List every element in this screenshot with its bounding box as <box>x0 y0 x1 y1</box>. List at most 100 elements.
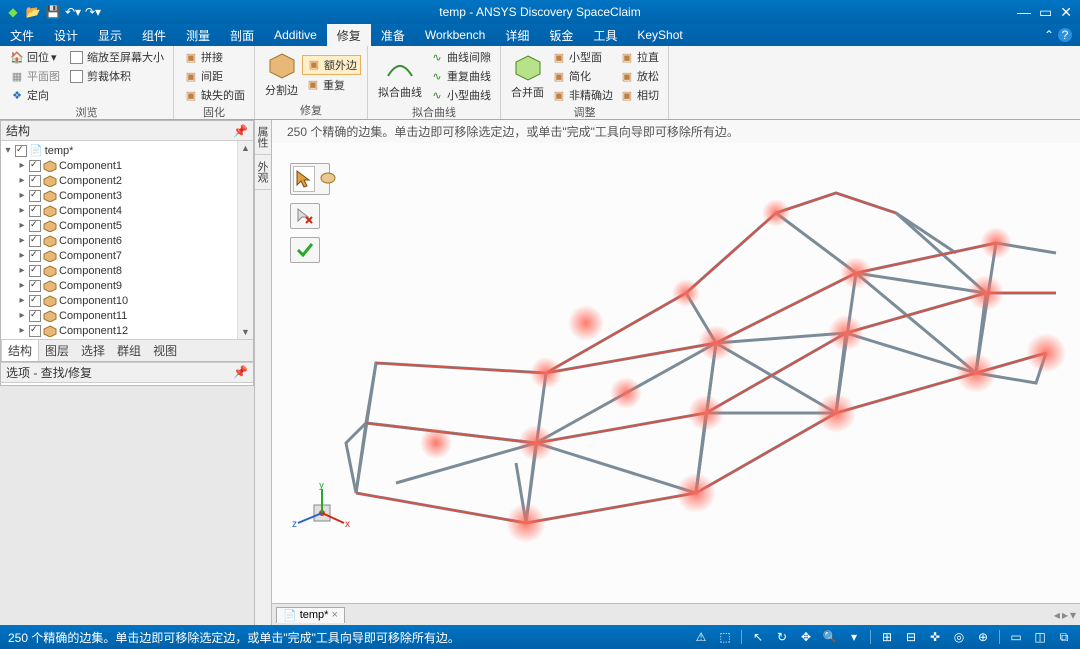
stitch-button[interactable]: ▣拼接 <box>180 48 248 66</box>
structure-tree[interactable]: ▾ 📄 temp* ▸ Component1▸ Component2▸ Comp… <box>1 141 253 339</box>
plan-view-button[interactable]: ▦平面图 <box>6 67 63 85</box>
merge-faces-button[interactable]: 合并面 <box>507 48 548 104</box>
checkbox-icon[interactable] <box>70 70 83 83</box>
inexact-edge-button[interactable]: ▣非精确边 <box>548 86 616 104</box>
dropdown-icon[interactable]: ▾ <box>846 629 862 645</box>
menu-repair[interactable]: 修复 <box>327 24 371 46</box>
checkbox-icon[interactable] <box>29 295 41 307</box>
checkbox-icon[interactable] <box>29 190 41 202</box>
straighten-button[interactable]: ▣拉直 <box>616 48 662 66</box>
tab-appearance[interactable]: 外观 <box>255 155 271 190</box>
app-icon[interactable]: ◆ <box>4 3 22 21</box>
tab-structure[interactable]: 结构 <box>1 340 39 361</box>
checkbox-icon[interactable] <box>70 51 83 64</box>
fit-button[interactable]: 缩放至屏幕大小 <box>67 48 167 66</box>
menu-additive[interactable]: Additive <box>264 24 327 46</box>
expand-icon[interactable]: ▸ <box>17 191 27 201</box>
expand-icon[interactable]: ▸ <box>17 176 27 186</box>
tree-component-row[interactable]: ▸ Component9 <box>3 278 251 293</box>
gap-button[interactable]: ▣间距 <box>180 67 248 85</box>
missing-face-button[interactable]: ▣缺失的面 <box>180 86 248 104</box>
fit-curve-button[interactable]: 拟合曲线 <box>374 48 426 104</box>
menu-assembly[interactable]: 组件 <box>132 24 176 46</box>
menu-design[interactable]: 设计 <box>44 24 88 46</box>
snap4-icon[interactable]: ◎ <box>951 629 967 645</box>
checkbox-icon[interactable] <box>29 160 41 172</box>
complete-tool[interactable] <box>290 237 320 263</box>
maximize-button[interactable]: ▭ <box>1039 4 1052 21</box>
model-canvas[interactable]: x y z <box>272 143 1080 603</box>
dup-curve-button[interactable]: ∿重复曲线 <box>426 67 494 85</box>
checkbox-icon[interactable] <box>29 175 41 187</box>
simplify-button[interactable]: ▣简化 <box>548 67 616 85</box>
view1-icon[interactable]: ▭ <box>1008 629 1024 645</box>
tab-properties[interactable]: 属性 <box>255 120 271 155</box>
clip-button[interactable]: 剪裁体积 <box>67 67 167 85</box>
tab-selection[interactable]: 选择 <box>75 340 111 361</box>
zoom-icon[interactable]: 🔍 <box>822 629 838 645</box>
menu-measure[interactable]: 测量 <box>176 24 220 46</box>
tree-component-row[interactable]: ▸ Component2 <box>3 173 251 188</box>
expand-icon[interactable]: ▸ <box>17 236 27 246</box>
tree-component-row[interactable]: ▸ Component10 <box>3 293 251 308</box>
home-button[interactable]: 🏠回位▾ <box>6 48 63 66</box>
checkbox-icon[interactable] <box>29 310 41 322</box>
warning-icon[interactable]: ⚠ <box>693 629 709 645</box>
expand-icon[interactable]: ▸ <box>17 311 27 321</box>
checkbox-icon[interactable] <box>29 325 41 337</box>
split-edges-button[interactable]: 分割边 <box>261 48 302 100</box>
checkbox-icon[interactable] <box>29 205 41 217</box>
lasso-tool[interactable] <box>317 166 339 192</box>
checkbox-icon[interactable] <box>29 250 41 262</box>
snap5-icon[interactable]: ⊕ <box>975 629 991 645</box>
menu-display[interactable]: 显示 <box>88 24 132 46</box>
tab-menu-icon[interactable]: ▾ <box>1070 608 1076 622</box>
scroll-down-icon[interactable]: ▼ <box>239 325 253 339</box>
menu-workbench[interactable]: Workbench <box>415 24 495 46</box>
small-curve-button[interactable]: ∿小型曲线 <box>426 86 494 104</box>
checkbox-icon[interactable] <box>29 265 41 277</box>
redo-icon[interactable]: ↷▾ <box>84 3 102 21</box>
expand-icon[interactable]: ▸ <box>17 161 27 171</box>
snap1-icon[interactable]: ⊞ <box>879 629 895 645</box>
minimize-ribbon-icon[interactable]: ⌃ <box>1044 28 1054 42</box>
pan-icon[interactable]: ✥ <box>798 629 814 645</box>
tab-layers[interactable]: 图层 <box>39 340 75 361</box>
checkbox-icon[interactable] <box>15 145 27 157</box>
relax-button[interactable]: ▣放松 <box>616 67 662 85</box>
expand-icon[interactable]: ▸ <box>17 206 27 216</box>
snap3-icon[interactable]: ✜ <box>927 629 943 645</box>
help-icon[interactable]: ? <box>1058 28 1072 42</box>
select-tool[interactable] <box>293 166 315 192</box>
expand-icon[interactable]: ▸ <box>17 221 27 231</box>
collapse-icon[interactable]: ▾ <box>3 146 13 156</box>
save-icon[interactable]: 💾 <box>44 3 62 21</box>
snap2-icon[interactable]: ⊟ <box>903 629 919 645</box>
curve-gap-button[interactable]: ∿曲线间隙 <box>426 48 494 66</box>
tab-groups[interactable]: 群组 <box>111 340 147 361</box>
tree-component-row[interactable]: ▸ Component11 <box>3 308 251 323</box>
menu-tools[interactable]: 工具 <box>583 24 627 46</box>
close-tab-icon[interactable]: × <box>331 609 337 621</box>
view-triad[interactable]: x y z <box>292 483 352 543</box>
tree-component-row[interactable]: ▸ Component8 <box>3 263 251 278</box>
menu-prepare[interactable]: 准备 <box>371 24 415 46</box>
root-node[interactable]: temp* <box>45 145 74 157</box>
expand-icon[interactable]: ▸ <box>17 296 27 306</box>
small-face-button[interactable]: ▣小型面 <box>548 48 616 66</box>
open-icon[interactable]: 📂 <box>24 3 42 21</box>
tree-component-row[interactable]: ▸ Component1 <box>3 158 251 173</box>
undo-icon[interactable]: ↶▾ <box>64 3 82 21</box>
menu-section[interactable]: 剖面 <box>220 24 264 46</box>
menu-keyshot[interactable]: KeyShot <box>627 24 692 46</box>
extra-edges-button[interactable]: ▣额外边 <box>302 55 361 75</box>
duplicate-button[interactable]: ▣重复 <box>302 76 361 94</box>
cursor-mode-icon[interactable]: ↖ <box>750 629 766 645</box>
tree-component-row[interactable]: ▸ Component12 <box>3 323 251 338</box>
spin-icon[interactable]: ↻ <box>774 629 790 645</box>
menu-sheetmetal[interactable]: 钣金 <box>539 24 583 46</box>
next-tab-icon[interactable]: ▸ <box>1062 608 1068 622</box>
view2-icon[interactable]: ◫ <box>1032 629 1048 645</box>
pin-icon[interactable]: 📌 <box>233 365 248 379</box>
info-icon[interactable]: ⬚ <box>717 629 733 645</box>
